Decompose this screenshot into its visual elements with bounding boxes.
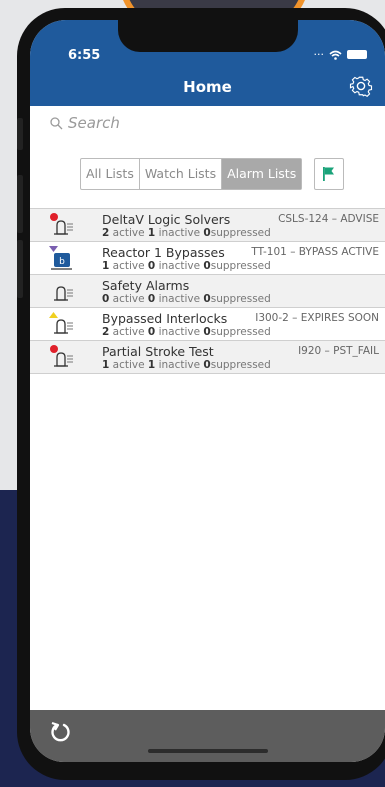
list-item-counts: 1 active 1 inactive 0suppressed (102, 359, 271, 371)
list-item-name: DeltaV Logic Solvers (102, 212, 231, 227)
bottom-toolbar (30, 710, 385, 762)
page-title: Home (183, 78, 232, 96)
flag-filter-button[interactable] (314, 158, 344, 190)
tab-watch-lists[interactable]: Watch Lists (140, 159, 223, 189)
list-item-name: Safety Alarms (102, 278, 190, 293)
list-item-name: Partial Stroke Test (102, 344, 214, 359)
tab-alarm-lists[interactable]: Alarm Lists (222, 159, 302, 189)
list-item-counts: 0 active 0 inactive 0suppressed (102, 293, 271, 305)
list-item-name: Bypassed Interlocks (102, 311, 228, 326)
mute-switch (17, 118, 23, 150)
list-item-counts: 1 active 0 inactive 0suppressed (102, 260, 271, 272)
battery-icon (347, 50, 367, 59)
search-input[interactable]: Search (50, 114, 120, 132)
tab-all-lists[interactable]: All Lists (81, 159, 140, 189)
svg-text:b: b (59, 257, 65, 267)
search-placeholder: Search (68, 114, 120, 132)
notch (118, 20, 298, 52)
warning-bell-icon (49, 312, 73, 334)
bell-icon (54, 286, 73, 301)
wifi-icon (329, 50, 342, 60)
flag-icon (323, 167, 334, 181)
search-icon (50, 116, 63, 129)
gear-icon[interactable] (349, 74, 373, 98)
list-item-counts: 2 active 1 inactive 0suppressed (102, 227, 271, 239)
list-item[interactable]: Bypassed Interlocks I300-2 – EXPIRES SOO… (30, 307, 385, 340)
list-item-tag: I300-2 – EXPIRES SOON (255, 312, 379, 324)
list-item[interactable]: Partial Stroke Test I920 – PST_FAIL 1 ac… (30, 340, 385, 374)
volume-down-button (17, 240, 23, 298)
refresh-icon[interactable] (48, 720, 72, 744)
list-item-tag: CSLS-124 – ADVISE (278, 213, 379, 225)
list-item[interactable]: b Reactor 1 Bypasses TT-101 – BYPASS ACT… (30, 241, 385, 274)
app-header: 6:55 ··· Home (30, 20, 385, 106)
list-filter-tabs: All Lists Watch Lists Alarm Lists (80, 158, 303, 190)
list-item[interactable]: DeltaV Logic Solvers CSLS-124 – ADVISE 2… (30, 208, 385, 241)
alarm-bell-icon (50, 345, 73, 367)
volume-up-button (17, 175, 23, 233)
signal-icon: ··· (313, 48, 325, 61)
list-item[interactable]: Safety Alarms 0 active 0 inactive 0suppr… (30, 274, 385, 307)
list-item-name: Reactor 1 Bypasses (102, 245, 225, 260)
list-item-tag: TT-101 – BYPASS ACTIVE (251, 246, 379, 258)
home-indicator (148, 749, 268, 753)
status-icons: ··· (313, 48, 367, 61)
list-item-counts: 2 active 0 inactive 0suppressed (102, 326, 271, 338)
alarm-bell-icon (50, 213, 73, 235)
alarm-list: DeltaV Logic Solvers CSLS-124 – ADVISE 2… (30, 208, 385, 374)
status-time: 6:55 (68, 48, 101, 63)
list-item-tag: I920 – PST_FAIL (298, 345, 379, 357)
phone-screen: 6:55 ··· Home Search All Lists Watch Lis… (30, 20, 385, 762)
bypass-icon: b (49, 246, 72, 270)
